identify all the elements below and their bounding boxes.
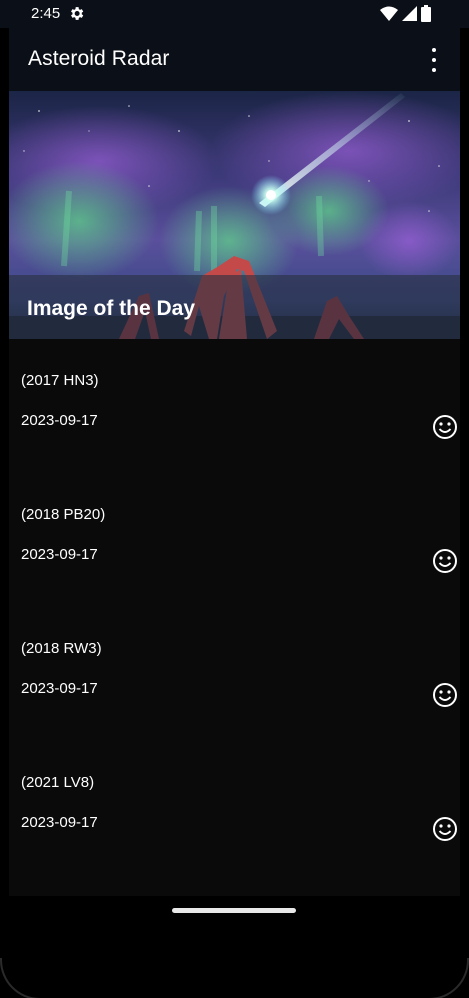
asteroid-code: (2018 PB20) (21, 506, 106, 523)
wifi-icon (380, 6, 398, 21)
app-title: Asteroid Radar (28, 47, 170, 70)
more-vert-icon[interactable] (422, 48, 446, 72)
image-of-the-day[interactable]: Image of the Day (9, 91, 460, 339)
asteroid-code: (2018 RW3) (21, 640, 102, 657)
home-gesture-handle[interactable] (172, 908, 296, 913)
smiley-icon (433, 817, 457, 841)
approach-date: 2023-09-17 (21, 412, 98, 429)
asteroid-list[interactable]: (2017 HN3) 2023-09-17 (2018 PB20) 2023-0… (9, 339, 460, 896)
device-frame: 2:45 Asteroid Radar Image of the Day (20… (0, 0, 469, 998)
asteroid-code: (2021 LV8) (21, 774, 95, 791)
status-bar: 2:45 (0, 0, 469, 28)
approach-date: 2023-09-17 (21, 546, 98, 563)
app-bar: Asteroid Radar (9, 28, 460, 91)
more-dot (432, 58, 436, 62)
smiley-icon (433, 415, 457, 439)
list-item[interactable]: (2017 HN3) 2023-09-17 (9, 339, 460, 473)
status-time: 2:45 (31, 5, 61, 22)
hero-caption: Image of the Day (27, 297, 196, 320)
approach-date: 2023-09-17 (21, 814, 98, 831)
more-dot (432, 48, 436, 52)
smiley-icon (433, 683, 457, 707)
signal-icon (402, 6, 417, 21)
device-corner (427, 958, 469, 998)
list-item[interactable]: (2018 RW3) 2023-09-17 (9, 607, 460, 741)
approach-date: 2023-09-17 (21, 680, 98, 697)
list-item[interactable]: (2018 PB20) 2023-09-17 (9, 473, 460, 607)
more-dot (432, 68, 436, 72)
navigation-bar (9, 896, 460, 998)
status-icons (380, 5, 431, 22)
asteroid-code: (2017 HN3) (21, 372, 99, 389)
battery-icon (421, 5, 431, 22)
settings-gear-icon (71, 7, 84, 20)
device-corner (0, 958, 42, 998)
smiley-icon (433, 549, 457, 573)
hero-caption-bar: Image of the Day (9, 275, 460, 339)
list-item[interactable]: (2021 LV8) 2023-09-17 (9, 741, 460, 875)
